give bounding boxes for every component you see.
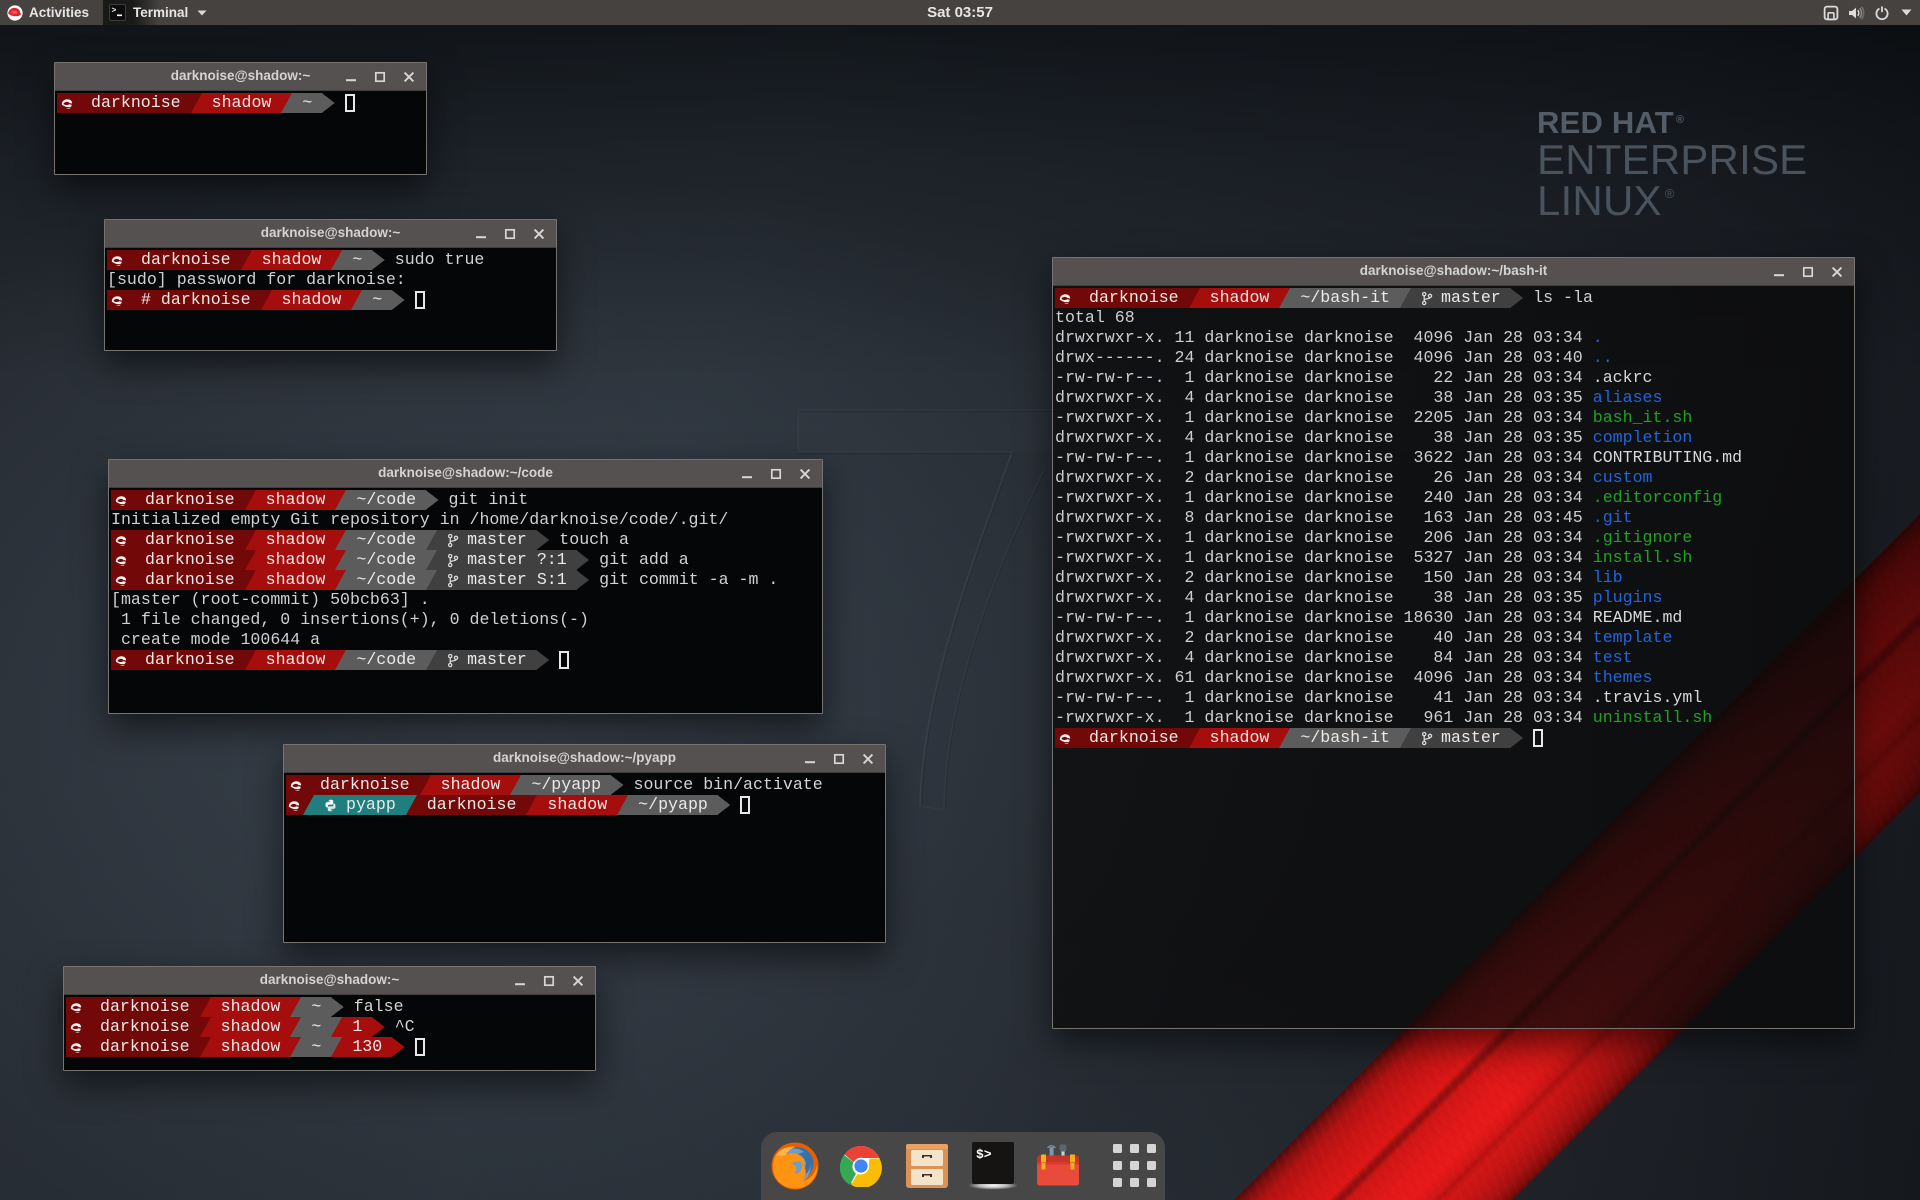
svg-text:$>: $> <box>976 1147 992 1162</box>
svg-text:>: > <box>112 7 117 16</box>
